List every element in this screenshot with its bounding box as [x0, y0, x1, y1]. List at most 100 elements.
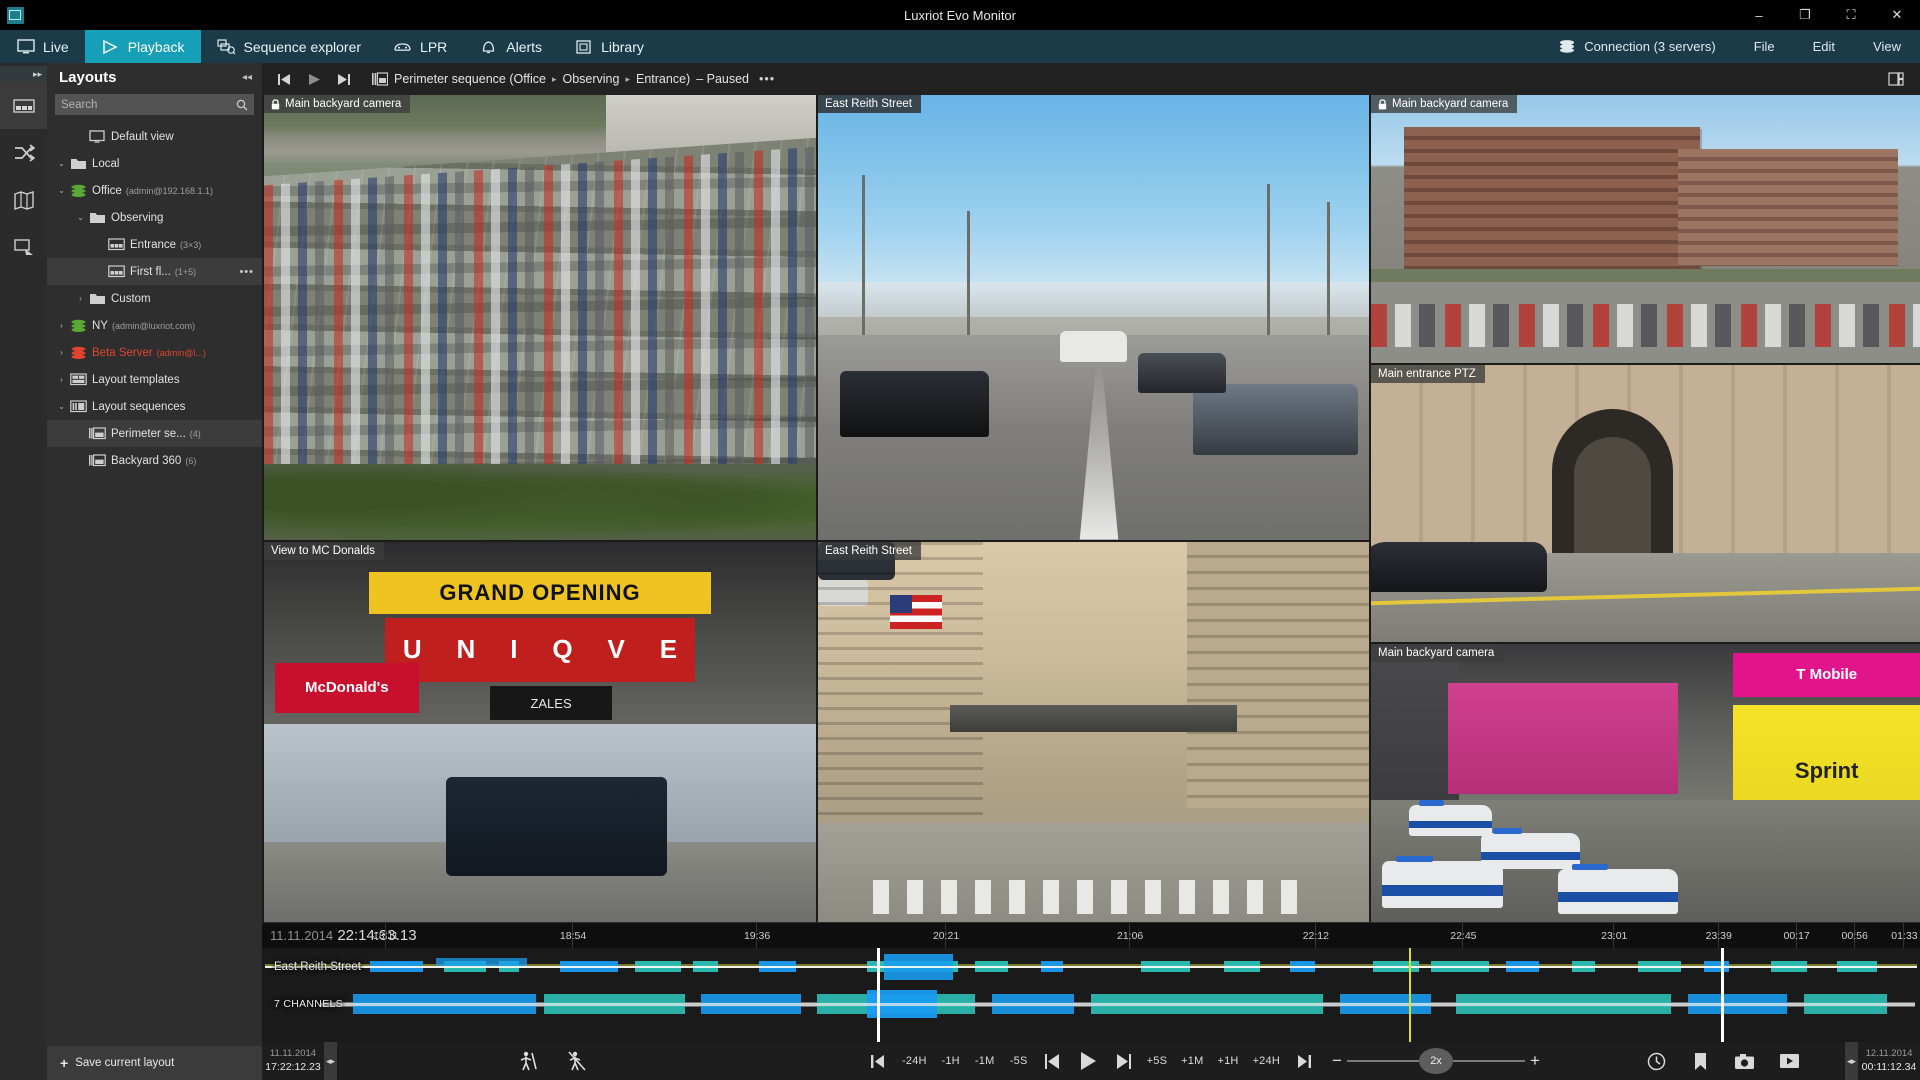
restore-button[interactable]: ❐ — [1782, 0, 1828, 30]
timeline-ruler[interactable]: 11.11.2014 22:14:33.13 18:11 18:54 19:36 20… — [262, 922, 1920, 949]
play-icon[interactable] — [300, 65, 328, 93]
timeline-segment[interactable] — [265, 966, 1917, 968]
menu-file[interactable]: File — [1735, 30, 1794, 63]
search-input[interactable] — [61, 98, 236, 111]
tree-expand-arrow[interactable]: › — [74, 294, 87, 303]
menu-edit[interactable]: Edit — [1794, 30, 1854, 63]
maximize-button[interactable]: ⛶ — [1828, 0, 1874, 30]
breadcrumb-overflow-button[interactable]: ••• — [759, 72, 775, 86]
tree-expand-arrow[interactable]: › — [55, 348, 68, 357]
tree-item-menu-button[interactable]: ••• — [239, 266, 262, 278]
skip-back-1h-button[interactable]: -1H — [936, 1046, 966, 1076]
menu-view[interactable]: View — [1854, 30, 1920, 63]
snapshot-icon[interactable] — [1729, 1046, 1760, 1076]
rail-screens-icon[interactable] — [0, 223, 47, 270]
tree-item-beta-server[interactable]: › Beta Server (admin@l...) — [47, 339, 262, 366]
breadcrumb-part-entrance[interactable]: Entrance) — [636, 72, 690, 86]
tree-item-perimeter-se[interactable]: Perimeter se... (4) — [47, 420, 262, 447]
skip-fwd-1m-button[interactable]: +1M — [1176, 1046, 1208, 1076]
search-box[interactable] — [55, 94, 254, 115]
skip-fwd-5s-button[interactable]: +5S — [1142, 1046, 1172, 1076]
tab-alerts[interactable]: Alerts — [463, 30, 558, 63]
tree-item-local[interactable]: ⌄ Local — [47, 150, 262, 177]
tab-lpr[interactable]: LPR — [377, 30, 463, 63]
video-cell-east-reith-2[interactable]: East Reith Street — [818, 541, 1369, 922]
tree-item-custom[interactable]: › Custom — [47, 285, 262, 312]
video-cell-main-entrance-ptz[interactable]: Main entrance PTZ — [1371, 364, 1920, 643]
skip-back-5s-button[interactable]: -5S — [1004, 1046, 1034, 1076]
close-button[interactable]: ✕ — [1874, 0, 1920, 30]
tree-expand-arrow[interactable]: › — [55, 321, 68, 330]
tab-live[interactable]: Live — [0, 30, 85, 63]
timeline-right-handle[interactable]: ◂▸ — [1845, 1042, 1858, 1080]
tree-item-ny[interactable]: › NY (admin@luxriot.com) — [47, 312, 262, 339]
breadcrumb-root[interactable]: Perimeter sequence (Office — [394, 72, 546, 86]
camera-label-text: East Reith Street — [825, 98, 912, 110]
rail-sequences-icon[interactable] — [0, 129, 47, 176]
speed-track-right[interactable] — [1453, 1060, 1525, 1062]
timeline-tick-label: 01:33 — [1891, 930, 1918, 942]
speed-decrease-button[interactable]: − — [1327, 1051, 1347, 1071]
bookmark-icon[interactable] — [1685, 1046, 1715, 1076]
breadcrumb-part-observing[interactable]: Observing — [562, 72, 619, 86]
tree-item-observing[interactable]: ⌄ Observing — [47, 204, 262, 231]
video-cell-mcdonalds[interactable]: GRAND OPENING UNIQVE McDonald's ZALES Vi… — [264, 541, 816, 922]
video-cell-main-backyard-1[interactable]: Main backyard camera — [264, 95, 816, 540]
connection-menu[interactable]: Connection (3 servers) — [1538, 30, 1735, 63]
tree-item-entrance[interactable]: Entrance (3×3) — [47, 231, 262, 258]
step-back-icon[interactable] — [1038, 1046, 1068, 1076]
tree-item-layout-templates[interactable]: › Layout templates — [47, 366, 262, 393]
grid-expand-icon[interactable] — [1882, 65, 1910, 93]
play-big-icon[interactable] — [1072, 1046, 1104, 1076]
rail-expand-button[interactable]: ▸▸ — [0, 66, 47, 82]
skip-fwd-24h-button[interactable]: +24H — [1248, 1046, 1285, 1076]
tree-item-office[interactable]: ⌄ Office (admin@192.168.1.1) — [47, 177, 262, 204]
skip-back-1m-button[interactable]: -1M — [970, 1046, 1000, 1076]
timeline-track[interactable]: East Reith Street — [262, 952, 1920, 982]
video-cell-east-reith-selected[interactable]: East Reith Street — [818, 95, 1369, 540]
layouts-collapse-button[interactable]: ◂◂ — [242, 72, 252, 83]
export-video-icon[interactable] — [1774, 1046, 1805, 1076]
tab-library[interactable]: Library — [558, 30, 660, 63]
speed-track-left[interactable] — [1347, 1060, 1419, 1062]
skip-back-24h-button[interactable]: -24H — [897, 1046, 932, 1076]
motion-filter-icon[interactable] — [512, 1046, 543, 1076]
minimize-button[interactable]: – — [1736, 0, 1782, 30]
speed-increase-button[interactable]: + — [1525, 1051, 1545, 1071]
timeline-segment[interactable] — [320, 1003, 1915, 1006]
skip-next-icon[interactable] — [330, 65, 358, 93]
jump-start-icon[interactable] — [863, 1046, 893, 1076]
tree-expand-arrow[interactable]: ⌄ — [55, 159, 68, 168]
tree-expand-arrow[interactable]: ⌄ — [74, 213, 87, 222]
save-current-layout-button[interactable]: + Save current layout — [47, 1046, 262, 1080]
tree-item-layout-sequences[interactable]: ⌄ Layout sequences — [47, 393, 262, 420]
timeline-track[interactable]: 7 CHANNELS — [262, 988, 1920, 1020]
clock-icon[interactable] — [1641, 1046, 1671, 1076]
timeline-left-handle[interactable]: ◂▸ — [324, 1042, 337, 1080]
video-cell-main-backyard-3[interactable]: T Mobile Sprint Main backyard camera — [1371, 644, 1920, 922]
tree-item-default-view[interactable]: Default view — [47, 123, 262, 150]
tree-item-backyard-360[interactable]: Backyard 360 (6) — [47, 447, 262, 474]
lock-icon — [271, 98, 280, 110]
video-cell-main-backyard-2[interactable]: Main backyard camera — [1371, 95, 1920, 363]
timeline-playhead[interactable] — [1409, 948, 1412, 1042]
timeline[interactable]: 11.11.2014 22:14:33.13 18:11 18:54 19:36 20… — [262, 922, 1920, 1042]
rail-maps-icon[interactable] — [0, 176, 47, 223]
timeline-tracks[interactable]: East Reith Street 7 CHANNELS — [262, 948, 1920, 1042]
tree-item-first-fl[interactable]: First fl... (1+5) ••• — [47, 258, 262, 285]
tab-playback[interactable]: Playback — [84, 30, 201, 63]
skip-previous-icon[interactable] — [270, 65, 298, 93]
speed-slider[interactable]: − 2x + — [1327, 1048, 1545, 1074]
tree-expand-arrow[interactable]: › — [55, 375, 68, 384]
range-end-date: 12.11.2014 — [1865, 1047, 1913, 1059]
step-forward-icon[interactable] — [1108, 1046, 1138, 1076]
jump-end-icon[interactable] — [1289, 1046, 1319, 1076]
tab-sequence-explorer[interactable]: Sequence explorer — [201, 30, 378, 63]
skip-fwd-1h-button[interactable]: +1H — [1212, 1046, 1243, 1076]
motion-filter-off-icon[interactable] — [561, 1046, 592, 1076]
grid-column-1: Main backyard camera GRAND OPENING UNIQV… — [264, 95, 816, 922]
tree-expand-arrow[interactable]: ⌄ — [55, 186, 68, 195]
speed-value-knob[interactable]: 2x — [1419, 1048, 1453, 1074]
tree-expand-arrow[interactable]: ⌄ — [55, 402, 68, 411]
rail-layouts-icon[interactable] — [0, 82, 47, 129]
